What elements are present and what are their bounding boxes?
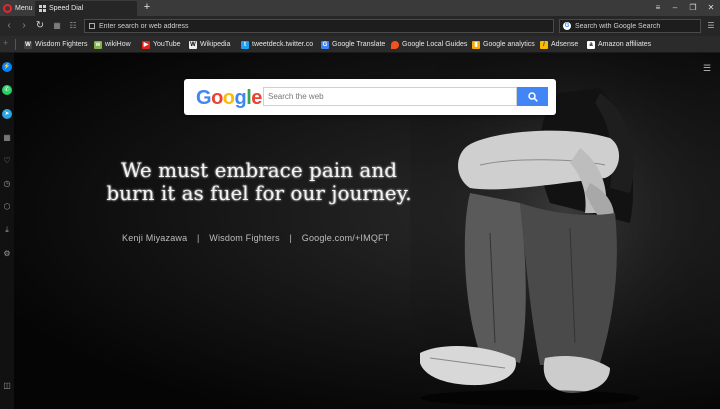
navigation-bar: ‹ › ↻ ▦ ☷ G ☰ — [0, 16, 720, 36]
bookmark-label: Amazon affiliates — [598, 41, 652, 48]
reload-icon[interactable]: ↻ — [33, 19, 47, 33]
local-guides-icon — [391, 40, 399, 49]
credit-author: Kenji Miyazawa — [122, 233, 188, 243]
wikipedia-icon: W — [189, 40, 197, 49]
bookmark-local-guides[interactable]: Google Local Guides — [391, 39, 467, 50]
youtube-icon: ▶ — [142, 40, 150, 49]
downloads-icon[interactable]: ⤓ — [2, 225, 12, 235]
bookmark-amazon-affiliates[interactable]: a Amazon affiliates — [587, 39, 651, 50]
bookmark-youtube[interactable]: ▶ YouTube — [142, 39, 181, 50]
bookmark-label: Google Local Guides — [402, 41, 468, 48]
easy-setup-settings-icon[interactable]: ☰ — [702, 63, 712, 73]
close-icon[interactable]: ✕ — [703, 0, 719, 16]
google-logo: Google — [196, 87, 262, 109]
google-search-box: Google — [184, 79, 556, 115]
extensions-icon[interactable]: ⬡ — [2, 202, 12, 212]
speed-dial-icon[interactable]: ▦ — [2, 133, 12, 143]
quote-line-2: burn it as fuel for our journey. — [106, 181, 412, 205]
forward-icon[interactable]: › — [17, 19, 31, 33]
bookmark-wikihow[interactable]: w wikiHow — [94, 39, 131, 50]
bookmark-label: wikiHow — [105, 41, 131, 48]
sidebar: ⚡ ✆ ➤ ▦ ♡ ◷ ⬡ ⤓ ⚙ ◫ — [0, 53, 14, 409]
bookmark-google-analytics[interactable]: ▮ Google analytics — [472, 39, 535, 50]
bookmark-adsense[interactable]: / Adsense — [540, 39, 578, 50]
wallpaper-quote: We must embrace pain and burn it as fuel… — [89, 159, 429, 205]
page-info-icon[interactable]: ☷ — [66, 19, 80, 33]
telegram-icon[interactable]: ➤ — [2, 109, 12, 119]
bookmark-tweetdeck[interactable]: t tweetdeck.twitter.co — [241, 39, 313, 50]
adsense-icon: / — [540, 40, 548, 49]
search-button[interactable] — [517, 87, 548, 106]
wikihow-icon: w — [94, 40, 102, 49]
speed-dial-page: ☰ Google We must embrace pain and burn i… — [14, 53, 720, 409]
wisdom-fighters-icon: W — [24, 40, 32, 49]
twitter-icon: t — [241, 40, 249, 49]
bookmark-label: Google Translate — [332, 41, 386, 48]
tab-menu-icon[interactable]: ≡ — [650, 0, 666, 16]
credit-url: Google.com/+IMQFT — [301, 233, 390, 243]
opera-logo-icon — [3, 3, 12, 13]
address-bar[interactable] — [84, 19, 554, 33]
messenger-icon[interactable]: ⚡ — [2, 62, 12, 72]
speed-dial-tab-icon — [39, 5, 46, 12]
credit-site: Wisdom Fighters — [209, 233, 280, 243]
bookmark-wisdom-fighters[interactable]: W Wisdom Fighters — [24, 39, 88, 50]
search-icon — [528, 92, 538, 102]
bookmark-label: YouTube — [153, 41, 181, 48]
heart-icon[interactable]: ♡ — [2, 156, 12, 166]
quote-credits: Kenji Miyazawa | Wisdom Fighters | Googl… — [122, 233, 389, 243]
settings-icon[interactable]: ⚙ — [2, 249, 12, 259]
amazon-icon: a — [587, 40, 595, 49]
minimize-icon[interactable]: – — [667, 0, 683, 16]
sidebar-toggle-icon[interactable]: ◫ — [2, 381, 12, 391]
credit-separator: | — [197, 233, 200, 243]
bookmark-label: Google analytics — [483, 41, 535, 48]
speed-dial-grid-icon[interactable]: ▦ — [50, 19, 64, 33]
bookmark-label: Wikipedia — [200, 41, 231, 48]
browser-window: Menu Speed Dial + ≡ – ❐ ✕ ‹ › ↻ ▦ ☷ G ☰ … — [0, 0, 720, 409]
add-bookmark-icon[interactable]: + — [3, 38, 8, 48]
tab-speed-dial[interactable]: Speed Dial — [35, 1, 137, 16]
easy-setup-icon[interactable]: ☰ — [705, 20, 717, 32]
new-tab-button[interactable]: + — [141, 1, 153, 14]
bookmark-label: Adsense — [551, 41, 579, 48]
bookmark-wikipedia[interactable]: W Wikipedia — [189, 39, 230, 50]
menu-button[interactable]: Menu — [0, 0, 36, 16]
search-web-input[interactable] — [263, 87, 517, 106]
credit-separator: | — [289, 233, 293, 243]
google-translate-icon: G — [321, 40, 329, 49]
title-bar: Menu Speed Dial + ≡ – ❐ ✕ — [0, 0, 720, 16]
tab-label: Speed Dial — [49, 5, 84, 12]
bookmark-label: Wisdom Fighters — [35, 41, 88, 48]
divider — [15, 39, 16, 50]
history-icon[interactable]: ◷ — [2, 179, 12, 189]
search-box[interactable]: G — [559, 19, 701, 33]
bookmark-label: tweetdeck.twitter.co — [252, 41, 314, 48]
restore-icon[interactable]: ❐ — [685, 0, 701, 16]
analytics-icon: ▮ — [472, 40, 480, 49]
menu-label: Menu — [15, 4, 33, 12]
search-engine-input[interactable] — [575, 22, 700, 30]
back-icon[interactable]: ‹ — [2, 19, 16, 33]
quote-line-1: We must embrace pain and — [120, 158, 398, 182]
page-icon — [89, 23, 95, 29]
address-input[interactable] — [99, 22, 553, 30]
whatsapp-icon[interactable]: ✆ — [2, 85, 12, 95]
bookmark-google-translate[interactable]: G Google Translate — [321, 39, 385, 50]
bookmarks-bar: + W Wisdom Fighters w wikiHow ▶ YouTube … — [0, 36, 720, 53]
google-search-icon: G — [563, 22, 571, 30]
